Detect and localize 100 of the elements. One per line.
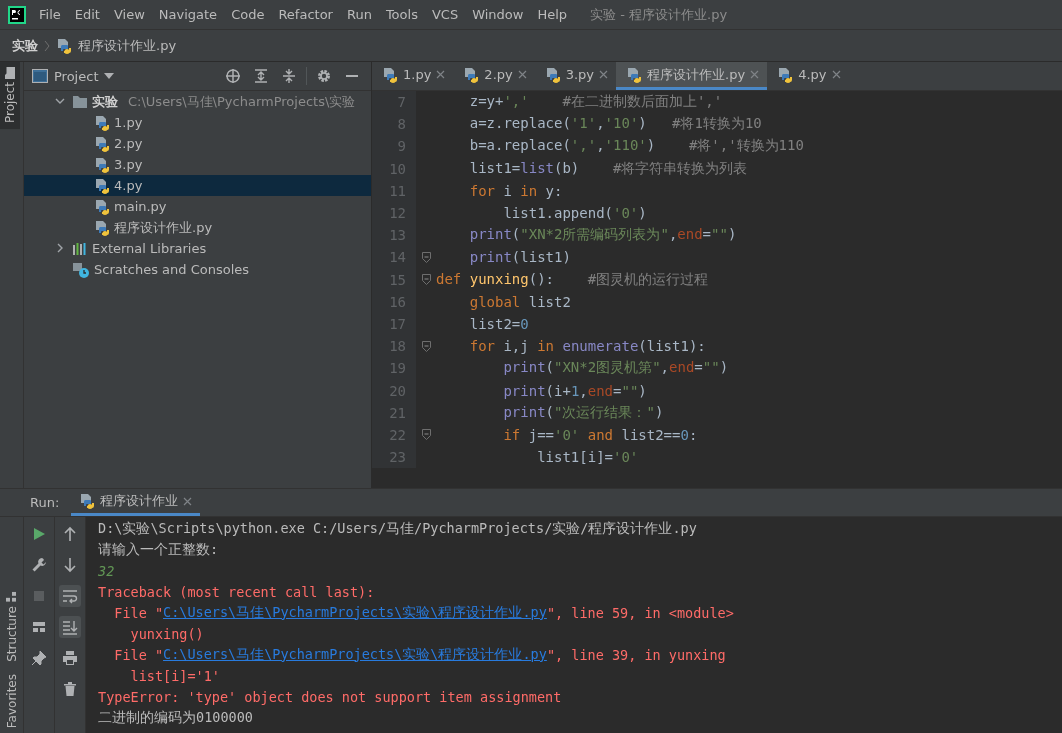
close-icon[interactable] [183, 496, 193, 506]
tree-item[interactable]: External Libraries [92, 241, 207, 256]
python-file-icon [544, 66, 561, 83]
tree-item[interactable]: 2.py [114, 136, 143, 151]
console-line: Traceback (most recent call last): [98, 582, 376, 602]
python-file-icon [382, 66, 398, 83]
panel-title[interactable]: Project [54, 68, 99, 84]
arrow-down-icon [62, 557, 78, 573]
tool-window-tab[interactable]: Project [0, 62, 20, 130]
collapse-all-icon[interactable] [281, 68, 297, 84]
console-line: 32 [98, 561, 116, 581]
menu-item[interactable]: Edit [67, 7, 107, 22]
tool-window-tab[interactable]: Structure [0, 585, 23, 668]
file-link[interactable]: C:\Users\马佳\PycharmProjects\实验\程序设计作业.py [163, 603, 547, 622]
run-icon[interactable] [31, 526, 47, 542]
tree-item[interactable]: 实验 [92, 92, 118, 111]
tree-item[interactable]: 3.py [114, 157, 143, 172]
console-line: yunxing() [129, 624, 205, 644]
menu-item[interactable]: Window [465, 7, 531, 22]
console-line: 请输入一个正整数: [98, 539, 220, 559]
python-file-icon [94, 135, 110, 152]
folder-icon [72, 94, 88, 109]
menu-item[interactable]: Navigate [151, 7, 225, 22]
menu-item[interactable]: Help [530, 7, 575, 22]
code-line: print(list1) [468, 249, 571, 266]
code-line: list1.append('0') [502, 205, 647, 222]
console-line: TypeError: 'type' object does not support item assignment [98, 687, 563, 707]
editor-tab[interactable]: 4.py [767, 62, 849, 90]
editor-tab[interactable]: 2.py [453, 62, 535, 90]
python-file-icon [777, 66, 794, 83]
menu-item[interactable]: Tools [378, 7, 425, 22]
tree-item[interactable]: 4.py [114, 178, 143, 193]
tool-window-tab[interactable]: Favorites [0, 667, 23, 733]
fold-icon[interactable] [421, 340, 431, 352]
tree-item[interactable]: Scratches and Consoles [94, 262, 250, 277]
folder-path: C:\Users\马佳\PycharmProjects\实验 [128, 92, 356, 111]
fold-icon[interactable] [421, 429, 431, 441]
code-line: print("次运行结果：") [502, 403, 664, 422]
menu-item[interactable]: File [32, 7, 68, 22]
python-file-icon [94, 114, 110, 131]
trash-icon [62, 681, 78, 697]
code-line: for i in y: [468, 182, 563, 199]
tree-item[interactable]: 1.py [114, 115, 143, 130]
fold-icon[interactable] [421, 274, 431, 286]
code-line: if j=='0' and list2==0: [502, 426, 698, 443]
pin-icon[interactable] [31, 650, 47, 666]
code-line: def yunxing(): #图灵机的运行过程 [436, 270, 709, 289]
arrow-up-icon [62, 526, 78, 542]
scroll-to-end-icon [62, 619, 78, 635]
chevron-down-icon[interactable] [55, 96, 65, 106]
code-line: print("XN*2图灵机第",end="") [502, 359, 729, 378]
code-line: list1=list(b) #将字符串转换为列表 [468, 159, 748, 178]
panel-title: Run: [29, 495, 60, 510]
editor-tab[interactable]: 1.py [372, 62, 454, 90]
python-file-icon [626, 66, 643, 83]
close-icon[interactable] [599, 70, 609, 79]
expand-all-icon[interactable] [253, 68, 269, 84]
code-line: list1[i]='0' [536, 449, 639, 466]
close-icon[interactable] [831, 70, 841, 79]
python-file-icon [79, 493, 96, 509]
wrench-icon[interactable] [31, 557, 47, 573]
tree-item[interactable]: main.py [114, 199, 167, 214]
libraries-icon [72, 241, 88, 256]
menu-item[interactable]: View [106, 7, 152, 22]
locate-icon[interactable] [225, 68, 241, 84]
console-line: D:\实验\Scripts\python.exe C:/Users/马佳/PycharmProjects/实验/程序设计作业.py [98, 518, 698, 538]
breadcrumb-item[interactable]: 实验 [12, 36, 38, 55]
close-icon[interactable] [436, 70, 446, 79]
layout-icon[interactable] [31, 619, 47, 635]
settings-icon[interactable] [316, 68, 332, 84]
menu-item[interactable]: Code [224, 7, 272, 22]
code-line: global list2 [468, 293, 571, 310]
soft-wrap-button[interactable] [59, 585, 81, 607]
dropdown-caret-icon[interactable] [104, 73, 115, 79]
menu-item[interactable]: Run [339, 7, 379, 22]
console-line: File "C:\Users\马佳\PycharmProjects\实验\程序设计作业.py", line 39, in yunxing [113, 644, 727, 665]
menu-item[interactable]: Refactor [271, 7, 340, 22]
console-line: File "C:\Users\马佳\PycharmProjects\实验\程序设计作业.py", line 59, in <module> [113, 602, 735, 623]
fold-icon[interactable] [421, 251, 431, 263]
scroll-to-end-button[interactable] [59, 616, 81, 638]
menu-item[interactable]: VCS [424, 7, 466, 22]
editor-tab[interactable]: 程序设计作业.py [616, 62, 768, 90]
breadcrumb-item[interactable]: 程序设计作业.py [78, 36, 177, 55]
close-icon[interactable] [517, 70, 527, 79]
editor-tab[interactable]: 3.py [534, 62, 617, 90]
python-file-icon [94, 198, 110, 215]
file-link[interactable]: C:\Users\马佳\PycharmProjects\实验\程序设计作业.py [163, 645, 547, 664]
python-file-icon [94, 219, 110, 236]
chevron-right-icon [44, 39, 50, 52]
python-file-icon [94, 177, 110, 194]
code-line: z=y+',' #在二进制数后面加上',' [468, 93, 723, 112]
code-line: for i,j in enumerate(list1): [468, 338, 706, 355]
chevron-right-icon[interactable] [55, 243, 65, 253]
folder-icon [5, 67, 15, 79]
python-file-icon [463, 66, 480, 83]
console-line: 二进制的编码为0100000 [98, 707, 254, 727]
structure-icon [6, 591, 17, 602]
code-line: b=a.replace(',','110') #将','转换为110 [468, 137, 804, 156]
window-icon [32, 69, 48, 83]
tree-item[interactable]: 程序设计作业.py [114, 218, 213, 237]
